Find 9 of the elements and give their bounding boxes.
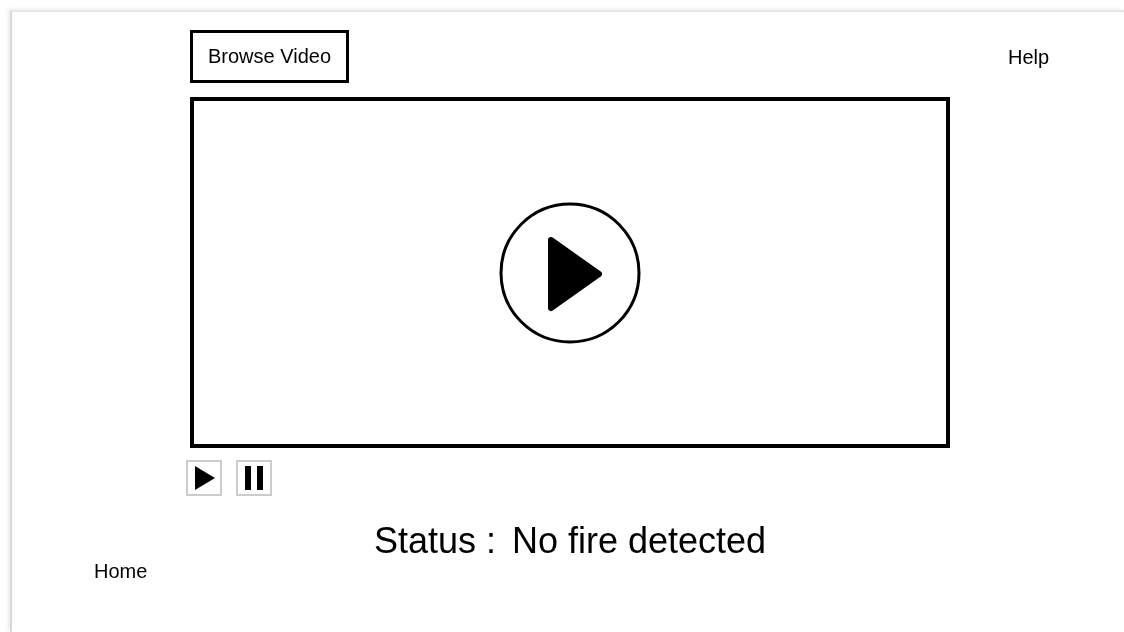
pause-button[interactable]	[236, 460, 272, 496]
home-link[interactable]: Home	[94, 560, 148, 582]
video-player[interactable]	[190, 97, 950, 448]
help-link[interactable]: Help	[1008, 46, 1050, 69]
status-value: No fire detected	[511, 520, 767, 562]
play-icon[interactable]	[499, 201, 641, 344]
play-button[interactable]	[186, 460, 222, 496]
status-label: Status :	[373, 520, 496, 562]
browse-video-button[interactable]: Browse Video	[190, 30, 349, 83]
